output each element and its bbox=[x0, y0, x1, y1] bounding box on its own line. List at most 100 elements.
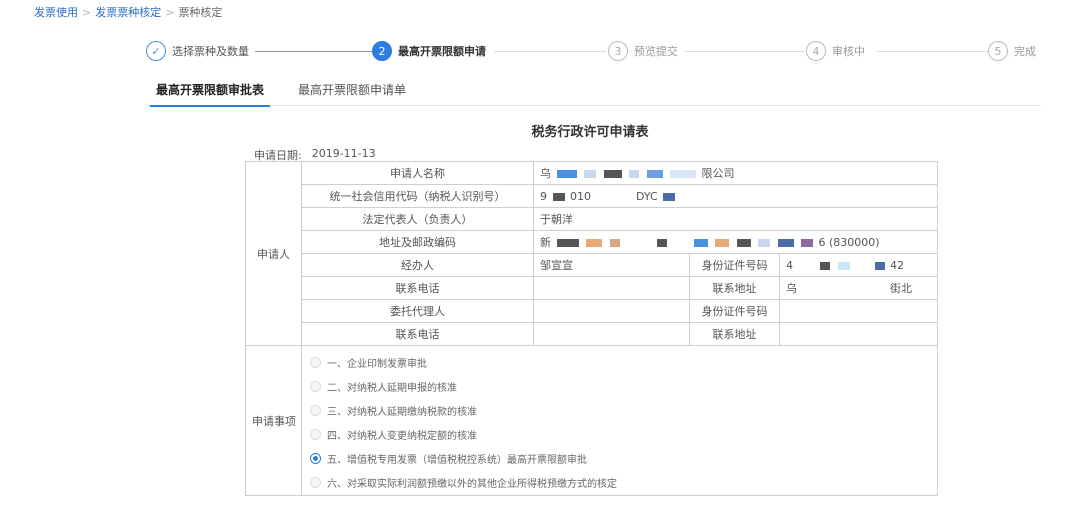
step-1: ✓ 选择票种及数量 bbox=[146, 40, 255, 62]
step-3: 3 预览提交 bbox=[608, 40, 684, 62]
breadcrumb-separator: > bbox=[82, 5, 92, 19]
text-fragment: 乌 bbox=[786, 282, 797, 295]
field-label: 联系电话 bbox=[301, 322, 534, 346]
step-label: 审核中 bbox=[832, 45, 865, 58]
tab-application-form[interactable]: 最高开票限额申请单 bbox=[298, 80, 406, 106]
text-fragment: 42 bbox=[890, 258, 904, 272]
radio-checked-icon[interactable] bbox=[310, 452, 321, 464]
text-fragment: 6 (830000) bbox=[818, 236, 880, 249]
table-row: 申请事项 一、企业印制发票审批 二、对纳税人延期申报的核准 三、对纳税人延期缴纳… bbox=[245, 345, 939, 496]
field-label: 联系地址 bbox=[689, 322, 780, 346]
table-row: 联系电话 联系地址 bbox=[246, 322, 939, 346]
field-label: 法定代表人（负责人） bbox=[301, 207, 534, 231]
field-label: 联系地址 bbox=[689, 276, 780, 300]
breadcrumb-separator: > bbox=[165, 5, 175, 19]
redaction-mark bbox=[556, 170, 577, 178]
redaction-mark bbox=[556, 239, 579, 247]
redaction-mark bbox=[693, 239, 708, 247]
redaction-mark bbox=[586, 239, 602, 247]
table-row: 经办人 邹宣宣 身份证件号码 4 42 bbox=[246, 253, 939, 277]
redaction-mark bbox=[629, 170, 639, 178]
option-label: 一、企业印制发票审批 bbox=[327, 358, 427, 370]
agent-id-value bbox=[778, 299, 939, 323]
form-title: 税务行政许可申请表 bbox=[531, 125, 649, 140]
text-fragment: DYC bbox=[636, 189, 658, 203]
option-label: 三、对纳税人延期缴纳税款的核准 bbox=[327, 406, 477, 418]
field-label: 地址及邮政编码 bbox=[301, 230, 534, 254]
step-4: 4 审核中 bbox=[806, 40, 871, 62]
redaction-mark bbox=[758, 239, 770, 247]
redaction-mark bbox=[596, 192, 631, 201]
breadcrumb-current: 票种核定 bbox=[178, 6, 223, 19]
permit-application-table: 申请人 申请人名称 乌 限公司 统一社会信用代码（纳税人识别号） 9 010 D… bbox=[245, 161, 939, 496]
agent-phone-value bbox=[533, 322, 690, 346]
option-label: 六、对采取实际利润额预缴以外的其他企业所得税预缴方式的核定 bbox=[327, 478, 617, 490]
step-5: 5 完成 bbox=[988, 40, 1042, 62]
applicant-name-value: 乌 限公司 bbox=[532, 161, 939, 185]
redaction-mark bbox=[674, 239, 686, 247]
step-connector bbox=[250, 51, 374, 52]
redaction-mark bbox=[857, 261, 867, 270]
step-number: 5 bbox=[988, 41, 1008, 61]
step-indicator: ✓ 选择票种及数量 2 最高开票限额申请 3 预览提交 4 审核中 5 完成 bbox=[146, 40, 1046, 62]
step-label: 选择票种及数量 bbox=[172, 45, 249, 58]
field-label: 联系电话 bbox=[301, 276, 534, 300]
text-fragment: 新 bbox=[540, 236, 551, 249]
applicant-group-label: 申请人 bbox=[245, 161, 302, 346]
breadcrumb: 发票使用 > 发票票种核定 > 票种核定 bbox=[34, 4, 222, 20]
redaction-mark bbox=[777, 239, 794, 247]
redaction-mark bbox=[801, 239, 813, 247]
redaction-mark bbox=[603, 170, 622, 178]
redaction-mark bbox=[663, 192, 676, 201]
field-label: 经办人 bbox=[301, 253, 534, 277]
breadcrumb-invoice-type-approval[interactable]: 发票票种核定 bbox=[95, 4, 161, 20]
breadcrumb-invoice-use[interactable]: 发票使用 bbox=[34, 4, 78, 20]
redaction-mark bbox=[584, 170, 596, 178]
table-row: 地址及邮政编码 新 6 (830000) bbox=[246, 230, 939, 254]
option-label: 四、对纳税人变更纳税定额的核准 bbox=[327, 430, 477, 442]
matter-option-3[interactable]: 三、对纳税人延期缴纳税款的核准 bbox=[310, 398, 929, 422]
radio-icon[interactable] bbox=[310, 404, 321, 416]
step-2: 2 最高开票限额申请 bbox=[372, 40, 492, 62]
redaction-mark bbox=[736, 239, 751, 247]
table-row: 委托代理人 身份证件号码 bbox=[246, 299, 939, 323]
radio-icon[interactable] bbox=[310, 476, 321, 488]
tab-approval-form[interactable]: 最高开票限额审批表 bbox=[149, 80, 271, 107]
step-number: 4 bbox=[806, 41, 826, 61]
step-label: 预览提交 bbox=[634, 45, 678, 58]
redaction-mark bbox=[627, 239, 649, 247]
matter-option-1[interactable]: 一、企业印制发票审批 bbox=[310, 350, 929, 374]
radio-icon[interactable] bbox=[310, 356, 321, 368]
text-fragment: 010 bbox=[570, 189, 591, 203]
matter-option-4[interactable]: 四、对纳税人变更纳税定额的核准 bbox=[310, 422, 929, 446]
text-fragment: 4 bbox=[786, 258, 793, 272]
table-row: 联系电话 联系地址 乌 街北 bbox=[246, 276, 939, 300]
redaction-mark bbox=[715, 239, 729, 247]
check-icon: ✓ bbox=[146, 41, 166, 61]
table-row: 法定代表人（负责人） 于朝洋 bbox=[246, 207, 939, 231]
field-label: 统一社会信用代码（纳税人识别号） bbox=[301, 184, 534, 208]
step-label: 完成 bbox=[1014, 45, 1036, 58]
id-number-value: 4 42 bbox=[778, 253, 939, 277]
field-label: 委托代理人 bbox=[301, 299, 534, 323]
matter-options: 一、企业印制发票审批 二、对纳税人延期申报的核准 三、对纳税人延期缴纳税款的核准… bbox=[300, 345, 939, 496]
redaction-mark bbox=[874, 261, 885, 270]
step-number: 2 bbox=[372, 41, 392, 61]
agent-address-value bbox=[778, 322, 939, 346]
address-value: 新 6 (830000) bbox=[532, 230, 939, 254]
text-fragment: 乌 bbox=[540, 167, 551, 180]
table-row: 申请人 申请人名称 乌 限公司 bbox=[245, 161, 939, 346]
matter-option-5[interactable]: 五、增值税专用发票（增值税税控系统）最高开票限额审批 bbox=[310, 446, 929, 470]
agent-value bbox=[533, 299, 690, 323]
radio-icon[interactable] bbox=[310, 380, 321, 392]
redaction-mark bbox=[820, 261, 830, 270]
step-label: 最高开票限额申请 bbox=[398, 45, 486, 58]
field-label: 身份证件号码 bbox=[689, 253, 780, 277]
field-label: 申请人名称 bbox=[301, 161, 534, 185]
matter-option-6[interactable]: 六、对采取实际利润额预缴以外的其他企业所得税预缴方式的核定 bbox=[310, 470, 929, 494]
matter-option-2[interactable]: 二、对纳税人延期申报的核准 bbox=[310, 374, 929, 398]
contact-address-value: 乌 街北 bbox=[778, 276, 939, 300]
tab-bar: 最高开票限额审批表 最高开票限额申请单 bbox=[148, 80, 1041, 107]
option-label: 二、对纳税人延期申报的核准 bbox=[327, 382, 457, 394]
radio-icon[interactable] bbox=[310, 428, 321, 440]
